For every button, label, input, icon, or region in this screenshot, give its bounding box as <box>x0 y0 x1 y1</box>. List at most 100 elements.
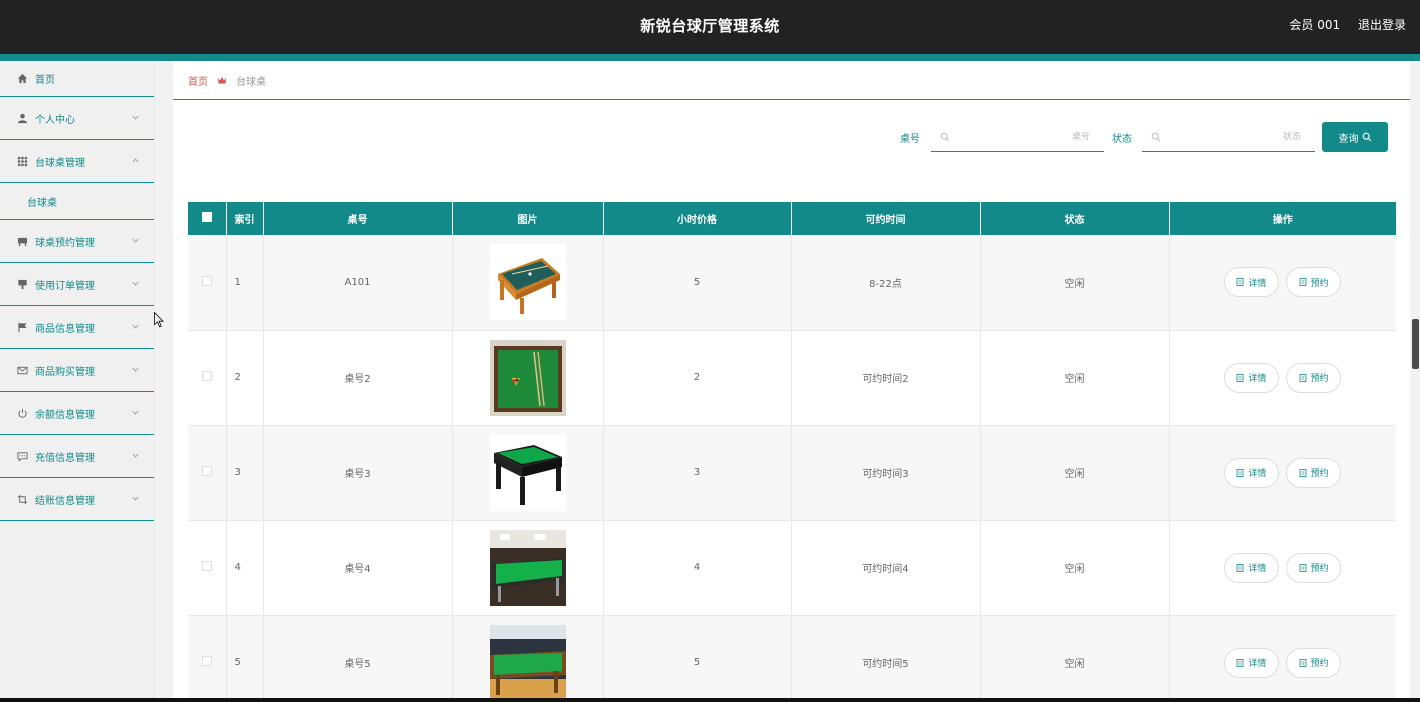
row-index: 5 <box>226 615 264 702</box>
search-icon <box>1362 132 1371 142</box>
reserve-button-label: 预约 <box>1310 564 1329 574</box>
chevron-down-icon <box>132 410 139 415</box>
chevron-down-icon <box>132 453 139 458</box>
row-image-cell <box>452 425 604 521</box>
reserve-button[interactable]: 预约 <box>1286 267 1342 298</box>
detail-button[interactable]: 详情 <box>1223 267 1279 298</box>
sidebar-item-checkout-info[interactable]: 结账信息管理 <box>0 478 154 521</box>
user-name[interactable]: 会员 001 <box>1289 18 1340 32</box>
user-area: 会员 001 退出登录 <box>1275 0 1406 50</box>
document-icon <box>1299 373 1306 382</box>
table-row: 1 A101 5 8-22点 空闲 详情 预约 <box>188 235 1396 331</box>
breadcrumb-current: 台球桌 <box>236 76 266 88</box>
row-price: 5 <box>603 235 792 331</box>
query-button[interactable]: 查询 <box>1322 122 1388 152</box>
row-time: 可约时间3 <box>791 425 981 521</box>
row-actions: 详情 预约 <box>1169 520 1396 616</box>
chevron-down-icon <box>132 238 139 243</box>
sidebar-item-label: 余额信息管理 <box>35 409 95 421</box>
row-status: 空闲 <box>980 235 1170 331</box>
sidebar-item-goods-info[interactable]: 商品信息管理 <box>0 306 154 349</box>
reserve-button[interactable]: 预约 <box>1286 362 1342 393</box>
row-status: 空闲 <box>980 330 1170 426</box>
top-bar: 新锐台球厅管理系统 会员 001 退出登录 <box>0 0 1420 54</box>
sidebar-item-label: 结账信息管理 <box>35 495 95 507</box>
row-time: 可约时间5 <box>791 615 981 702</box>
row-checkbox[interactable] <box>201 371 212 381</box>
reserve-button[interactable]: 预约 <box>1286 457 1342 488</box>
scrollbar-thumb[interactable] <box>1412 319 1419 369</box>
detail-button[interactable]: 详情 <box>1223 647 1279 678</box>
row-select-cell[interactable] <box>188 330 227 426</box>
query-button-label: 查询 <box>1338 133 1359 145</box>
sidebar-item-recharge-info[interactable]: 充值信息管理 <box>0 435 154 478</box>
row-select-cell[interactable] <box>188 615 227 702</box>
row-checkbox[interactable] <box>201 656 212 666</box>
sidebar-item-table-management[interactable]: 台球桌管理 <box>0 140 154 183</box>
sidebar-item-label: 首页 <box>35 75 55 86</box>
row-checkbox[interactable] <box>201 561 212 571</box>
table-container: 索引 桌号 图片 小时价格 可约时间 状态 操作 1 A101 5 8-22点 … <box>188 202 1396 702</box>
detail-button-label: 详情 <box>1248 278 1267 289</box>
app-title: 新锐台球厅管理系统 <box>640 17 780 35</box>
row-actions: 详情 预约 <box>1169 425 1396 521</box>
crop-icon <box>16 493 28 505</box>
vertical-scrollbar[interactable] <box>1410 61 1420 702</box>
reserve-button-label: 预约 <box>1310 659 1329 669</box>
reserve-button[interactable]: 预约 <box>1286 552 1342 583</box>
row-table-no: A101 <box>263 235 453 331</box>
row-time: 可约时间4 <box>791 520 981 616</box>
row-select-cell[interactable] <box>188 425 227 521</box>
detail-button-label: 详情 <box>1248 659 1267 669</box>
power-icon <box>16 407 28 419</box>
row-checkbox[interactable] <box>201 275 212 286</box>
sidebar-item-order-management[interactable]: 使用订单管理 <box>0 263 154 306</box>
row-actions: 详情 预约 <box>1169 330 1396 426</box>
document-icon <box>1299 658 1306 667</box>
status-label: 状态 <box>1112 134 1132 145</box>
table-icon <box>16 235 28 247</box>
document-icon <box>1299 563 1306 572</box>
table-row: 4 桌号4 4 可约时间4 空闲 详情 预约 <box>188 520 1396 616</box>
row-select-cell[interactable] <box>188 235 227 331</box>
document-icon <box>1236 563 1244 572</box>
row-index: 2 <box>226 330 264 426</box>
sidebar-item-home[interactable]: 首页 <box>0 61 154 97</box>
row-time: 可约时间2 <box>791 330 981 426</box>
breadcrumb: 首页 台球桌 <box>173 61 1410 100</box>
table-row: 3 桌号3 3 可约时间3 空闲 详情 预约 <box>188 425 1396 521</box>
sidebar-subitem-billiard-table[interactable]: 台球桌 <box>0 183 154 220</box>
row-time: 8-22点 <box>791 235 981 331</box>
detail-button-label: 详情 <box>1248 469 1267 479</box>
detail-button[interactable]: 详情 <box>1223 362 1279 393</box>
sidebar-item-goods-purchase[interactable]: 商品购买管理 <box>0 349 154 392</box>
logout-button[interactable]: 退出登录 <box>1358 18 1406 32</box>
chevron-down-icon <box>132 281 139 286</box>
table-row: 5 桌号5 5 可约时间5 空闲 详情 预约 <box>188 615 1396 702</box>
status-field <box>1142 122 1315 152</box>
table-header-row: 索引 桌号 图片 小时价格 可约时间 状态 操作 <box>188 202 1396 235</box>
reserve-button[interactable]: 预约 <box>1286 647 1342 678</box>
row-checkbox[interactable] <box>201 466 212 476</box>
row-price: 5 <box>603 615 792 702</box>
chevron-down-icon <box>132 115 139 120</box>
detail-button[interactable]: 详情 <box>1223 457 1279 488</box>
sidebar-item-reservation-management[interactable]: 球桌预约管理 <box>0 220 154 263</box>
status-input[interactable] <box>1161 131 1315 142</box>
breadcrumb-home[interactable]: 首页 <box>188 73 208 88</box>
row-status: 空闲 <box>980 520 1170 616</box>
reserve-button-label: 预约 <box>1310 374 1329 384</box>
column-header: 状态 <box>980 202 1170 235</box>
select-all-cell[interactable] <box>188 202 227 235</box>
row-index: 3 <box>226 425 264 521</box>
chevron-down-icon <box>132 324 139 329</box>
reserve-button-label: 预约 <box>1310 278 1329 289</box>
sidebar-item-label: 商品购买管理 <box>35 366 95 378</box>
row-select-cell[interactable] <box>188 520 227 616</box>
sidebar-item-balance-info[interactable]: 余额信息管理 <box>0 392 154 435</box>
detail-button[interactable]: 详情 <box>1223 552 1279 583</box>
table-no-input[interactable] <box>950 131 1104 142</box>
select-all-checkbox[interactable] <box>201 212 212 222</box>
sidebar-item-personal-center[interactable]: 个人中心 <box>0 97 154 140</box>
row-status: 空闲 <box>980 425 1170 521</box>
